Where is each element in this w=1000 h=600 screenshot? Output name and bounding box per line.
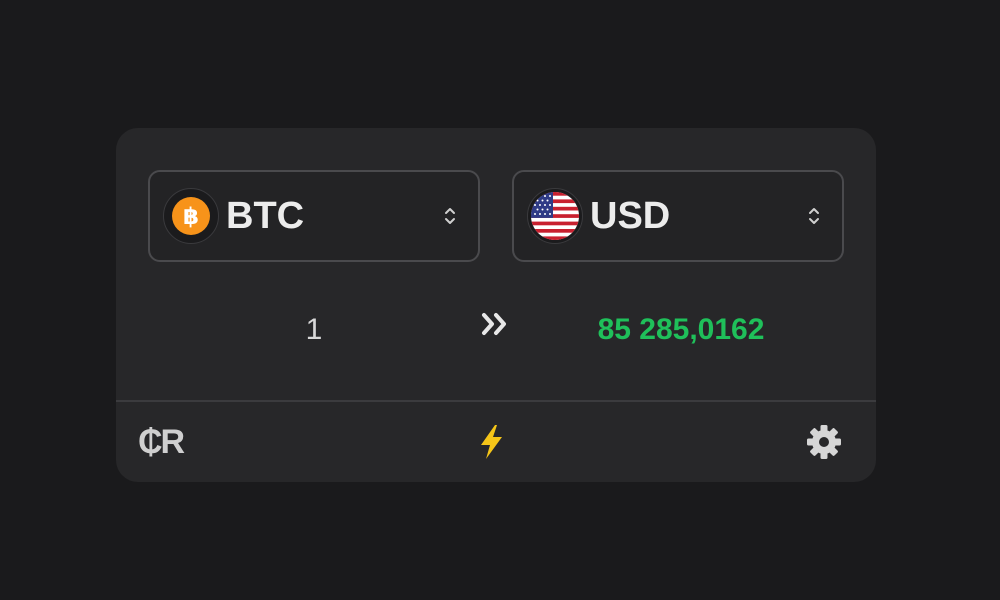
double-chevron-right-icon (482, 313, 506, 335)
bitcoin-badge: ฿ (163, 188, 219, 244)
app-logo[interactable]: ₵R (138, 422, 190, 462)
to-currency-select[interactable]: USD (512, 170, 844, 262)
usd-badge (527, 188, 583, 244)
converter-widget: ฿ BTC USD 1 85 285,0162 ₵R (116, 128, 876, 482)
gear-icon[interactable] (804, 422, 844, 462)
from-currency-select[interactable]: ฿ BTC (148, 170, 480, 262)
from-currency-code: BTC (226, 195, 305, 237)
svg-text:฿: ฿ (183, 204, 199, 230)
footer-divider (116, 400, 876, 402)
to-currency-code: USD (590, 195, 671, 237)
bitcoin-icon: ฿ (172, 197, 210, 235)
lightning-icon[interactable] (472, 422, 512, 462)
us-flag-icon (531, 192, 579, 240)
amount-input[interactable]: 1 (266, 308, 362, 352)
chevron-updown-icon (809, 208, 819, 224)
converted-amount: 85 285,0162 (597, 313, 765, 346)
chevron-updown-icon (445, 208, 455, 224)
